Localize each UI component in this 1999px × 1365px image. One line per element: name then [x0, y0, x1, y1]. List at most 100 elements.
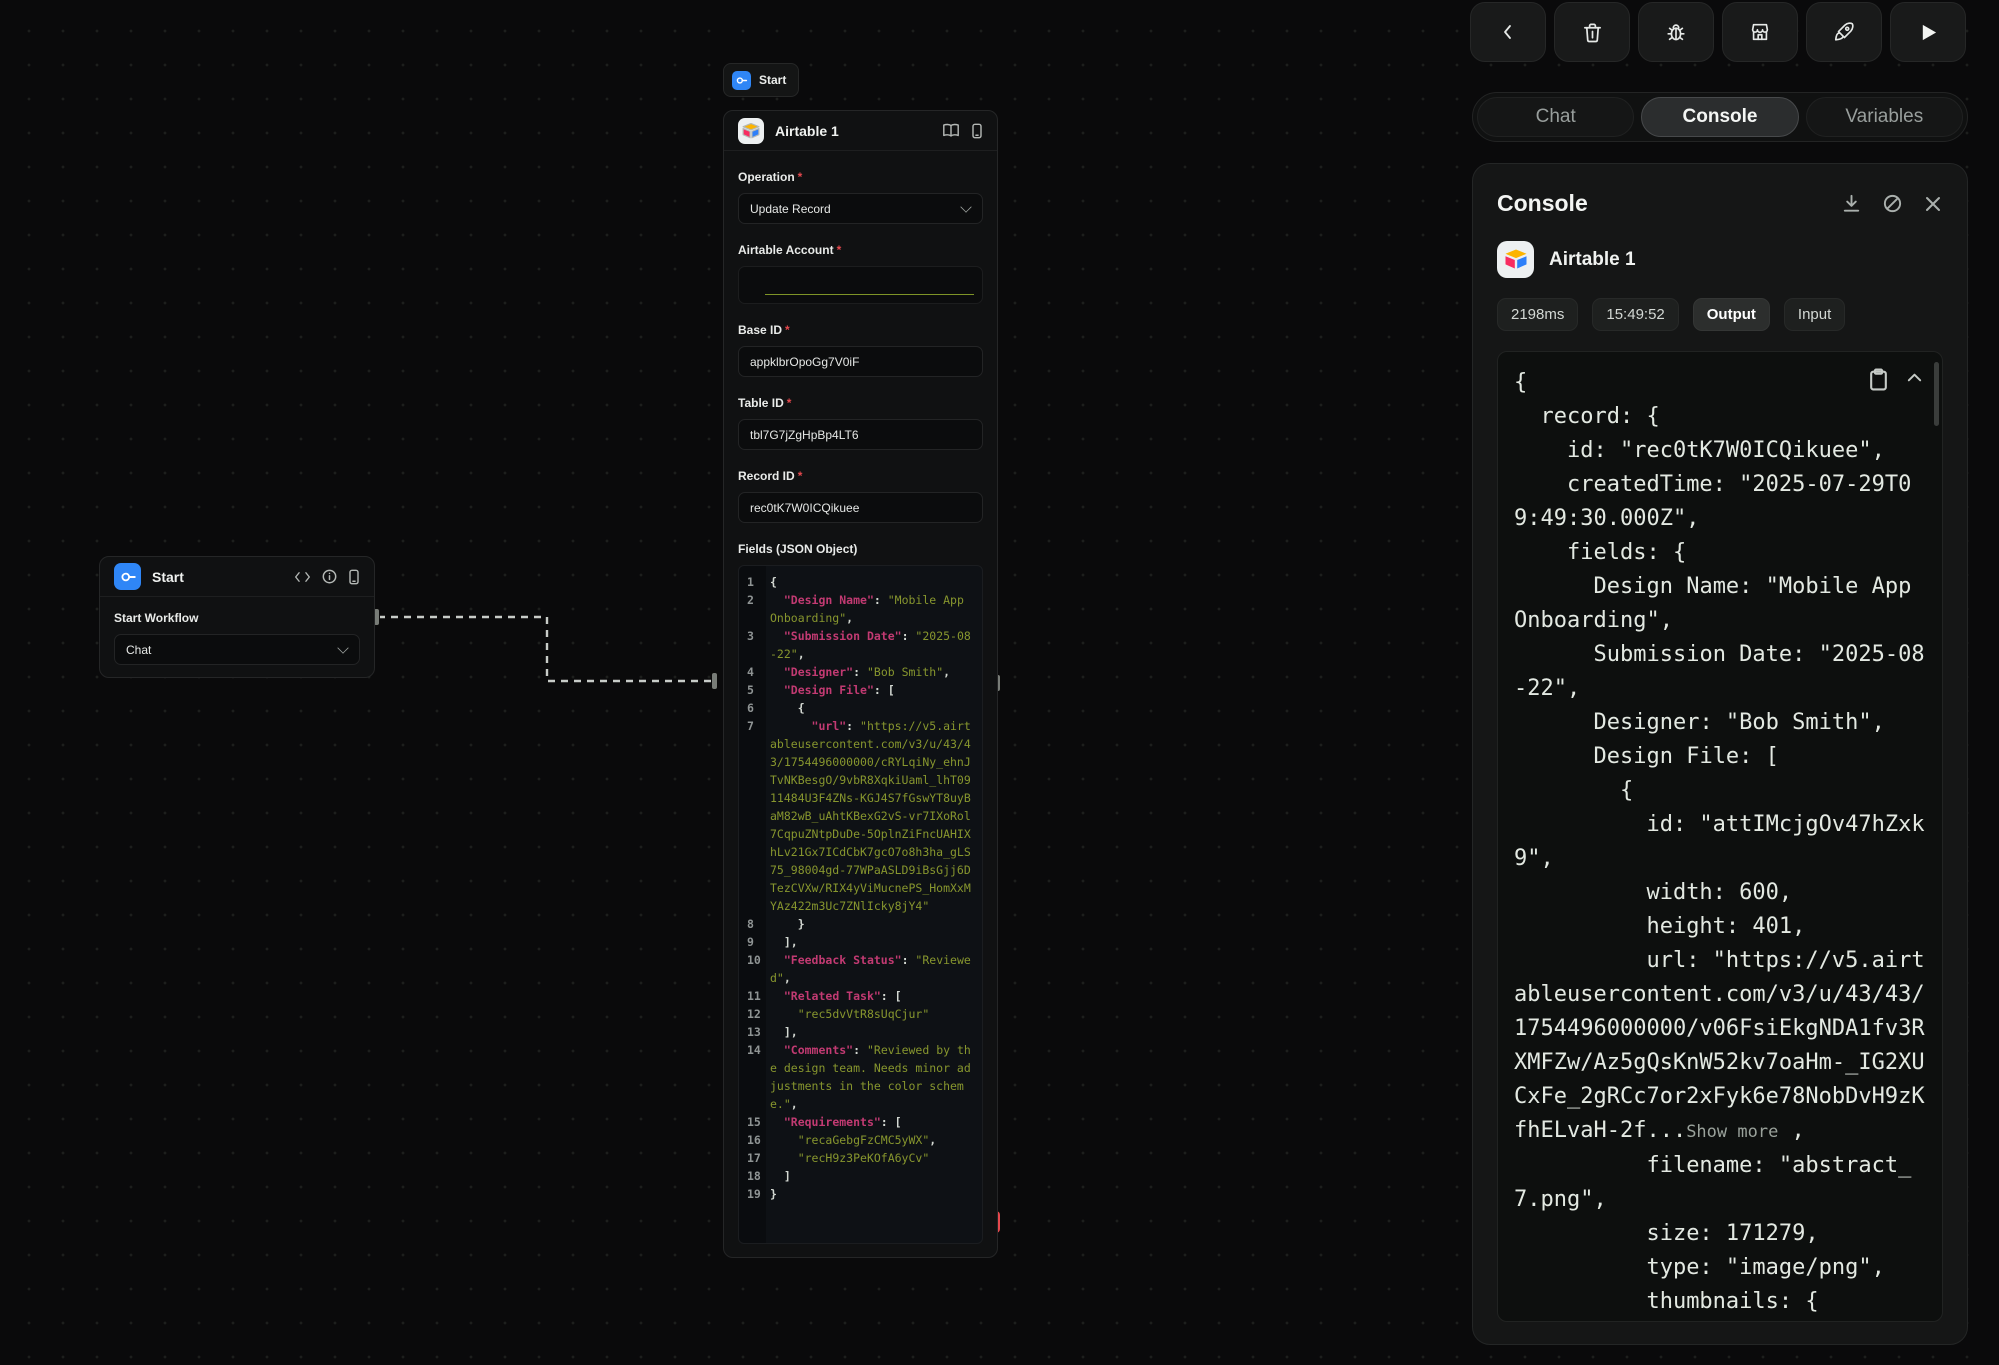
timestamp-badge: 15:49:52: [1592, 298, 1678, 331]
table-id-label: Table ID*: [738, 396, 983, 410]
code-line-content: "recaGebgFzCMC5yWX",: [766, 1131, 982, 1149]
code-line[interactable]: 9 ],: [739, 933, 982, 951]
code-line[interactable]: 17 "recH9z3PeKOfA6yCv": [739, 1149, 982, 1167]
airtable-node[interactable]: Airtable 1 Operation* Update Record Airt…: [723, 110, 998, 1258]
output-text: { record: { id: "rec0tK7W0ICQikuee", cre…: [1514, 370, 1925, 1143]
code-line-content: "Submission Date": "2025-08-22",: [766, 627, 982, 663]
code-line[interactable]: 16 "recaGebgFzCMC5yWX",: [739, 1131, 982, 1149]
code-line-content: ]: [766, 1167, 982, 1185]
airtable-node-title: Airtable 1: [775, 123, 931, 139]
connection-edge[interactable]: [370, 605, 722, 693]
base-id-label: Base ID*: [738, 323, 983, 337]
console-node-name: Airtable 1: [1549, 249, 1636, 271]
mobile-icon[interactable]: [971, 123, 983, 139]
code-line[interactable]: 5 "Design File": [: [739, 681, 982, 699]
workflow-canvas[interactable]: { "toolbar": { "buttons": [ { "name": "b…: [0, 0, 1999, 1365]
console-meta-row: 2198ms 15:49:52 Output Input: [1497, 298, 1943, 331]
line-number: 1: [739, 573, 766, 591]
required-asterisk: *: [798, 170, 803, 184]
code-line[interactable]: 1{: [739, 573, 982, 591]
required-asterisk: *: [798, 469, 803, 483]
console-panel: Console Airtable 1 2198ms 15:49:52 Outpu…: [1472, 163, 1968, 1345]
mobile-icon[interactable]: [348, 569, 360, 585]
code-line-content: "Related Task": [: [766, 987, 982, 1005]
start-breadcrumb-chip[interactable]: Start: [723, 63, 799, 97]
docs-book-icon[interactable]: [942, 123, 960, 138]
airtable-logo-icon: [738, 118, 764, 144]
deploy-button[interactable]: [1806, 2, 1882, 62]
line-number: 9: [739, 933, 766, 951]
clear-console-icon[interactable]: [1882, 193, 1903, 214]
collapse-chevron-up-icon[interactable]: [1905, 368, 1924, 387]
start-node-title: Start: [152, 569, 283, 585]
chevron-down-icon: [960, 201, 971, 212]
code-line[interactable]: 8 }: [739, 915, 982, 933]
code-line-content: "Design Name": "Mobile App Onboarding",: [766, 591, 982, 627]
debug-button[interactable]: [1638, 2, 1714, 62]
operation-label: Operation*: [738, 170, 983, 184]
table-id-input[interactable]: tbl7G7jZgHpBp4LT6: [738, 419, 983, 450]
canvas-toolbar: [1470, 2, 1966, 62]
code-line[interactable]: 11 "Related Task": [: [739, 987, 982, 1005]
code-line-content: {: [766, 699, 982, 717]
airtable-node-header[interactable]: Airtable 1: [724, 111, 997, 151]
download-icon[interactable]: [1841, 193, 1862, 214]
base-id-value: appklbrOpoGg7V0iF: [750, 355, 859, 369]
fields-json-code-editor[interactable]: 1{2 "Design Name": "Mobile App Onboardin…: [738, 565, 983, 1244]
output-scrollbar[interactable]: [1934, 362, 1939, 426]
line-number: 11: [739, 987, 766, 1005]
airtable-node-input-handle[interactable]: [711, 672, 718, 690]
console-node-row: Airtable 1: [1497, 241, 1943, 278]
code-line[interactable]: 13 ],: [739, 1023, 982, 1041]
start-workflow-select[interactable]: Chat: [114, 634, 360, 665]
close-icon[interactable]: [1923, 194, 1943, 214]
code-line-content: "recH9z3PeKOfA6yCv": [766, 1149, 982, 1167]
code-line[interactable]: 14 "Comments": "Reviewed by the design t…: [739, 1041, 982, 1113]
tab-console[interactable]: Console: [1641, 97, 1798, 137]
marketplace-button[interactable]: [1722, 2, 1798, 62]
code-line[interactable]: 7 "url": "https://v5.airtableusercontent…: [739, 717, 982, 915]
line-number: 7: [739, 717, 766, 915]
code-line-content: "Comments": "Reviewed by the design team…: [766, 1041, 982, 1113]
airtable-account-field[interactable]: [738, 266, 983, 304]
run-button[interactable]: [1890, 2, 1966, 62]
code-line[interactable]: 12 "rec5dvVtR8sUqCjur": [739, 1005, 982, 1023]
output-text-after: , filename: "abstract_7.png", size: 1712…: [1514, 1118, 1911, 1314]
base-id-input[interactable]: appklbrOpoGg7V0iF: [738, 346, 983, 377]
record-id-label: Record ID*: [738, 469, 983, 483]
show-more-link[interactable]: Show more: [1686, 1122, 1778, 1142]
record-id-input[interactable]: rec0tK7W0ICQikuee: [738, 492, 983, 523]
record-id-value: rec0tK7W0ICQikuee: [750, 501, 859, 515]
operation-select[interactable]: Update Record: [738, 193, 983, 224]
line-number: 10: [739, 951, 766, 987]
code-line-content: "rec5dvVtR8sUqCjur": [766, 1005, 982, 1023]
code-line[interactable]: 10 "Feedback Status": "Reviewed",: [739, 951, 982, 987]
line-number: 13: [739, 1023, 766, 1041]
start-node-icon: [114, 563, 141, 590]
output-tab-badge[interactable]: Output: [1693, 298, 1770, 331]
delete-button[interactable]: [1554, 2, 1630, 62]
copy-clipboard-icon[interactable]: [1868, 368, 1889, 391]
code-icon[interactable]: [294, 570, 311, 584]
airtable-account-label: Airtable Account*: [738, 243, 983, 257]
tab-chat[interactable]: Chat: [1477, 97, 1634, 137]
console-output-block[interactable]: { record: { id: "rec0tK7W0ICQikuee", cre…: [1497, 351, 1943, 1322]
code-line-content: "Feedback Status": "Reviewed",: [766, 951, 982, 987]
tab-variables[interactable]: Variables: [1806, 97, 1963, 137]
right-panel-tabs: Chat Console Variables: [1472, 92, 1968, 142]
code-line[interactable]: 3 "Submission Date": "2025-08-22",: [739, 627, 982, 663]
input-tab-badge[interactable]: Input: [1784, 298, 1845, 331]
code-line[interactable]: 15 "Requirements": [: [739, 1113, 982, 1131]
start-node[interactable]: Start Start Workflow Chat: [99, 556, 375, 678]
start-node-header[interactable]: Start: [100, 557, 374, 597]
code-line[interactable]: 4 "Designer": "Bob Smith",: [739, 663, 982, 681]
code-line[interactable]: 2 "Design Name": "Mobile App Onboarding"…: [739, 591, 982, 627]
line-number: 16: [739, 1131, 766, 1149]
code-line-content: "Design File": [: [766, 681, 982, 699]
info-icon[interactable]: [322, 569, 337, 584]
code-line[interactable]: 19}: [739, 1185, 982, 1203]
code-line[interactable]: 18 ]: [739, 1167, 982, 1185]
chevron-down-icon: [337, 642, 348, 653]
code-line[interactable]: 6 {: [739, 699, 982, 717]
back-button[interactable]: [1470, 2, 1546, 62]
